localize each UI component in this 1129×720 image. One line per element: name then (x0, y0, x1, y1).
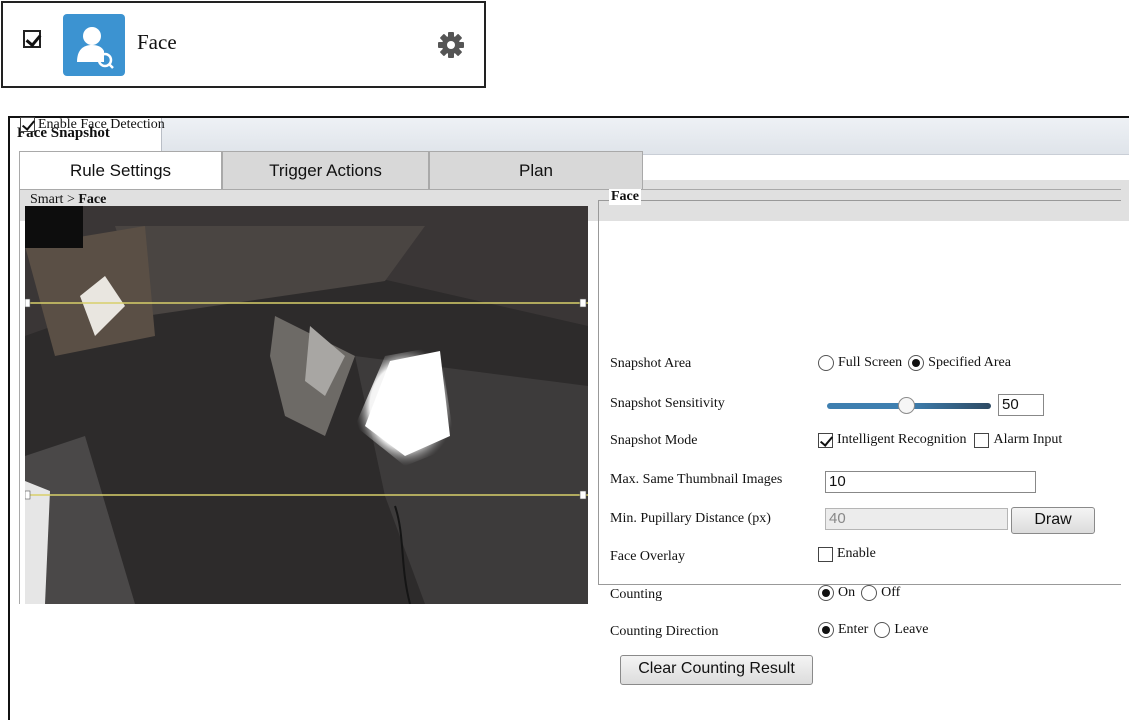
tab-rule-settings[interactable]: Rule Settings (19, 151, 222, 190)
enable-face-detection[interactable]: Enable Face Detection (20, 117, 165, 133)
counting-on-label: On (838, 585, 856, 600)
specified-area-label: Specified Area (928, 355, 1011, 370)
snapshot-sensitivity-handle[interactable] (898, 397, 915, 414)
direction-leave-label: Leave (894, 622, 929, 637)
face-search-icon[interactable] (63, 14, 125, 76)
max-thumbnail-label: Max. Same Thumbnail Images (610, 472, 783, 487)
draw-button[interactable]: Draw (1011, 507, 1095, 534)
intelligent-recognition-label: Intelligent Recognition (837, 432, 967, 447)
snapshot-sensitivity-value[interactable]: 50 (998, 394, 1044, 416)
counting-off-radio[interactable] (861, 585, 878, 601)
alarm-input-checkbox[interactable] (974, 432, 990, 448)
snapshot-mode-label: Snapshot Mode (610, 433, 698, 448)
live-video-view[interactable] (25, 206, 588, 604)
full-screen-label: Full Screen (838, 355, 903, 370)
counting-direction-label: Counting Direction (610, 624, 719, 639)
direction-leave-radio[interactable] (874, 622, 891, 638)
counting-direction-control: Enter Leave (818, 622, 929, 638)
tab-trigger-actions[interactable]: Trigger Actions (222, 151, 429, 190)
face-overlay-label: Face Overlay (610, 549, 686, 564)
panel-tabstrip: Face Snapshot (10, 118, 1129, 156)
face-module-checkbox[interactable] (23, 30, 41, 48)
direction-enter-radio[interactable] (818, 622, 834, 638)
snapshot-mode-control: Intelligent Recognition Alarm Input (818, 432, 1062, 448)
max-thumbnail-input[interactable]: 10 (825, 471, 1036, 493)
face-overlay-control: Enable (818, 546, 876, 562)
snapshot-sensitivity-label: Snapshot Sensitivity (610, 396, 725, 411)
snapshot-area-label: Snapshot Area (610, 356, 692, 371)
face-overlay-checkbox[interactable] (818, 546, 833, 562)
enable-face-detection-label: Enable Face Detection (38, 117, 165, 132)
counting-off-label: Off (881, 585, 901, 600)
alarm-input-label: Alarm Input (993, 432, 1063, 447)
face-settings-legend: Face (609, 189, 641, 205)
snapshot-area-control: Full Screen Specified Area (818, 355, 1011, 371)
counting-control: On Off (818, 585, 900, 601)
intelligent-recognition-checkbox[interactable] (818, 432, 833, 448)
full-screen-radio[interactable] (818, 355, 834, 371)
counting-label: Counting (610, 587, 663, 602)
settings-tabs: Rule Settings Trigger Actions Plan (19, 151, 1121, 190)
counting-on-radio[interactable] (818, 585, 834, 601)
module-name: Face (137, 30, 177, 54)
tab-plan[interactable]: Plan (429, 151, 643, 190)
min-pupillary-input[interactable]: 40 (825, 508, 1008, 530)
enable-face-detection-checkbox[interactable] (20, 117, 35, 133)
specified-area-radio[interactable] (908, 355, 925, 371)
face-overlay-enable-label: Enable (837, 546, 876, 561)
gear-icon[interactable] (437, 31, 465, 64)
clear-counting-result-button[interactable]: Clear Counting Result (620, 655, 813, 685)
direction-enter-label: Enter (838, 622, 869, 637)
min-pupillary-label: Min. Pupillary Distance (px) (610, 511, 771, 526)
face-module-card: Face (1, 1, 486, 88)
